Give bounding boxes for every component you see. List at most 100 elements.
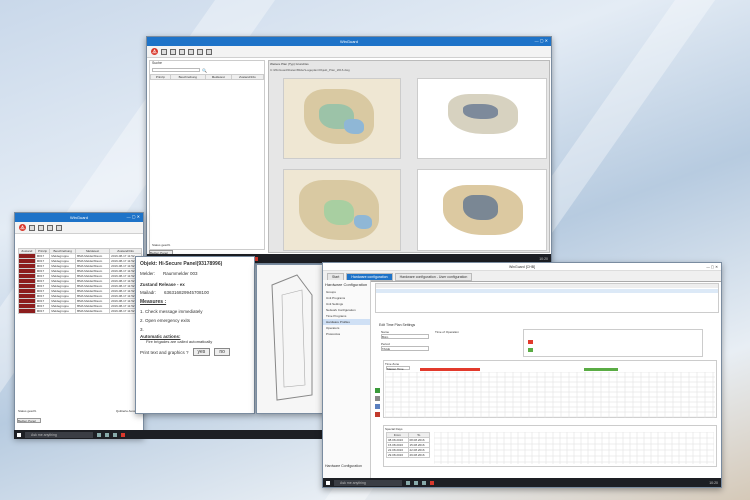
print-prompt: Print text and graphics ? — [140, 349, 189, 355]
site-plan-map[interactable] — [417, 78, 547, 159]
site-plan-map[interactable] — [417, 169, 547, 251]
alarm-list-window: WinGuard — ▢ ✕ ⚠ Zustand Prinzip Beschre… — [14, 212, 144, 438]
edit-icon[interactable] — [375, 396, 380, 401]
taskbar-clock: 10:20 — [709, 480, 718, 485]
table-cell: 29.08.2016 — [386, 452, 409, 458]
taskbar-app-icon[interactable] — [406, 480, 410, 485]
copy-icon[interactable] — [375, 404, 380, 409]
grid-header[interactable]: Meldetext — [204, 74, 232, 80]
main-toolbar: ⚠ — [147, 46, 551, 58]
map-area: Weitere Plan (Typ) Grundriss C:\WinGuard… — [268, 60, 550, 253]
measure-step: 2. Open emergency exits — [140, 318, 191, 323]
app-logo-icon: ⚠ — [151, 48, 158, 55]
app-logo-icon: ⚠ — [19, 224, 26, 231]
gantt-bar-green — [584, 368, 618, 371]
mailbox-label: Mailadr: — [140, 290, 157, 295]
table-row[interactable]: M#17 Meldegruppe BMA Melder/Raum 2016-08-17… — [18, 298, 142, 304]
tab-user-configuration[interactable]: Hardware configuration - User configurat… — [394, 273, 473, 281]
period-field[interactable]: TAGE — [381, 346, 429, 351]
measures-heading: Measures : — [140, 299, 167, 305]
window-title-bar: WinGuard [CHB] — ▢ ✕ — [323, 263, 721, 271]
time-zone-panel: Time Zone Master Time — [383, 360, 717, 418]
table-cell: 29.08.2016 — [407, 452, 430, 458]
gantt-grid — [385, 372, 715, 418]
table-row[interactable]: M#17 Meldegruppe BMA Melder/Raum 2016-08-17… — [18, 308, 142, 314]
toolbar-back-icon[interactable] — [29, 224, 35, 231]
taskbar-app-icon[interactable] — [121, 432, 125, 437]
table-row[interactable]: M#17 Meldegruppe BMA Melder/Raum 2016-08-17… — [18, 263, 142, 269]
toolbar-forward-icon[interactable] — [38, 224, 44, 231]
grid-header[interactable]: Zustand/Info — [230, 74, 265, 80]
table-row[interactable]: M#17 Meldegruppe BMA Melder/Raum 2016-08-17… — [18, 258, 142, 264]
window-title: WinGuard [CHB] — [508, 264, 536, 269]
melder-label: Melder: — [140, 271, 156, 276]
selection-list[interactable] — [375, 283, 719, 313]
toolbar-forward-icon[interactable] — [170, 48, 176, 55]
taskbar-search[interactable]: Ask me anything — [334, 479, 402, 486]
table-row[interactable]: M#17 Meldegruppe BMA Melder/Raum 2016-08-17… — [18, 268, 142, 274]
taskbar-search[interactable]: Ask me anything — [25, 431, 93, 438]
measure-step: 1. Check message immediately — [140, 309, 203, 314]
status-text: Status geschl. — [152, 243, 171, 247]
table-cell — [18, 308, 36, 314]
table-row[interactable]: M#17 Meldegruppe BMA Melder/Raum 2016-08-17… — [18, 253, 142, 259]
taskbar-app-icon[interactable] — [414, 480, 418, 485]
map-region — [463, 104, 498, 119]
color-swatch-green[interactable] — [528, 348, 533, 352]
config-sidebar: Hardware Configuration Groups Unit Progra… — [323, 280, 371, 480]
search-area — [15, 234, 143, 248]
gantt-select[interactable]: Master Time — [386, 366, 410, 371]
taskbar-app-icon[interactable] — [97, 432, 101, 437]
site-plan-map[interactable] — [283, 78, 401, 159]
toolbar-save-icon[interactable] — [47, 224, 53, 231]
delete-icon[interactable] — [375, 412, 380, 417]
grid-header[interactable]: Beschreibung — [169, 74, 206, 80]
sidebar-item[interactable]: Protocolos — [323, 331, 370, 337]
grid-header[interactable]: Beschreibung — [49, 248, 77, 254]
add-icon[interactable] — [375, 388, 380, 393]
alarm-grid: Prinzip Beschreibung Meldetext Zustand/I… — [150, 74, 265, 80]
yes-button[interactable]: yes — [192, 348, 211, 356]
taskbar-app-icon[interactable] — [422, 480, 426, 485]
toolbar-print-icon[interactable] — [56, 224, 62, 231]
no-button[interactable]: no — [214, 348, 230, 356]
table-row[interactable]: M#17 Meldegruppe BMA Melder/Raum 2016-08-17… — [18, 278, 142, 284]
grid-header[interactable]: Prinzip — [150, 74, 171, 80]
main-toolbar: ⚠ — [15, 222, 143, 234]
search-input[interactable] — [152, 68, 200, 72]
taskbar-app-icon[interactable] — [105, 432, 109, 437]
table-row[interactable]: M#17 Meldegruppe BMA Melder/Raum 2016-08-17… — [18, 283, 142, 289]
taskbar-app-icon[interactable] — [113, 432, 117, 437]
taskbar: Ask me anything — [14, 430, 324, 439]
table-row[interactable]: M#17 Meldegruppe BMA Melder/Raum 2016-08-17… — [18, 273, 142, 279]
taskbar-clock: 10:20 — [539, 256, 548, 261]
table-row[interactable]: M#17 Meldegruppe BMA Melder/Raum 2016-08-17… — [18, 293, 142, 299]
table-row[interactable]: 29.08.2016 29.08.2016 — [386, 452, 430, 458]
window-controls[interactable]: — ▢ ✕ — [535, 38, 548, 43]
calendar-grid — [434, 432, 714, 464]
toolbar-save-icon[interactable] — [179, 48, 185, 55]
toolbar-back-icon[interactable] — [161, 48, 167, 55]
name-field[interactable]: Büro — [381, 334, 429, 339]
toolbar-print-icon[interactable] — [188, 48, 194, 55]
start-icon[interactable] — [326, 480, 330, 485]
auto-action-item: Fire brigades are called automatically — [146, 339, 213, 344]
ranges-table: From To 08.08.2016 08.08.2016 15.08.2016 15… — [386, 432, 430, 458]
site-plan-map[interactable] — [283, 169, 401, 251]
panel-button[interactable]: Bedien Panel — [17, 418, 41, 423]
table-row[interactable]: M#17 Meldegruppe BMA Melder/Raum 2016-08-17… — [18, 303, 142, 309]
color-swatch-red[interactable] — [528, 340, 533, 344]
options-panel — [523, 329, 703, 357]
window-controls[interactable]: — ▢ ✕ — [706, 265, 718, 269]
toolbar-user-icon[interactable] — [197, 48, 203, 55]
window-controls[interactable]: — ▢ ✕ — [127, 214, 140, 219]
table-cell: BMA Melder/Raum — [75, 308, 111, 314]
start-icon[interactable] — [17, 432, 21, 437]
search-icon[interactable]: 🔍 — [202, 68, 207, 73]
table-row[interactable]: M#17 Meldegruppe BMA Melder/Raum 2016-08-17… — [18, 288, 142, 294]
toolbar-settings-icon[interactable] — [206, 48, 212, 55]
map-region — [324, 200, 354, 225]
taskbar-app-icon[interactable] — [430, 480, 434, 485]
map-viewer-window: WinGuard — ▢ ✕ ⚠ Suche 🔍 Prinzip Beschre… — [146, 36, 552, 264]
taskbar: Ask me anything 10:20 — [323, 478, 721, 487]
